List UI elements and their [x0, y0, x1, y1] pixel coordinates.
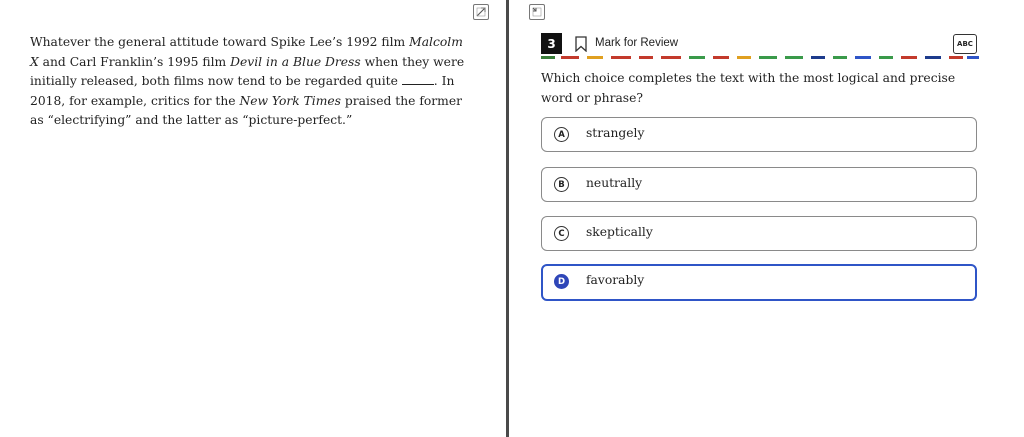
option-text: skeptically: [586, 225, 653, 239]
passage-segment: and Carl Franklin’s 1995 film: [38, 54, 231, 69]
expand-arrows-icon[interactable]: [473, 4, 489, 20]
option-text: neutrally: [586, 176, 643, 190]
answer-option-b[interactable]: B neutrally: [541, 167, 977, 202]
abc-strikethrough-icon[interactable]: ABC: [953, 34, 977, 54]
option-letter: B: [554, 177, 569, 192]
publication-title: New York Times: [239, 93, 341, 108]
passage-text: Whatever the general attitude toward Spi…: [30, 33, 470, 131]
option-letter: D: [554, 274, 569, 289]
collapse-arrows-icon[interactable]: [529, 4, 545, 20]
question-pane: 3 Mark for Review ABC Which choice compl…: [509, 0, 1024, 437]
answer-option-c[interactable]: C skeptically: [541, 216, 977, 251]
option-letter: C: [554, 226, 569, 241]
question-number: 3: [541, 33, 562, 54]
answer-option-a[interactable]: A strangely: [541, 117, 977, 152]
passage-pane: Whatever the general attitude toward Spi…: [0, 0, 506, 437]
question-prompt: Which choice completes the text with the…: [541, 71, 956, 105]
bookmark-icon[interactable]: [575, 36, 587, 52]
passage-segment: Whatever the general attitude toward Spi…: [30, 35, 410, 49]
answer-option-d[interactable]: D favorably: [541, 264, 977, 301]
film-title: Devil in a Blue Dress: [230, 54, 361, 69]
abc-label: ABC: [957, 40, 973, 48]
option-text: strangely: [586, 126, 645, 140]
option-text: favorably: [586, 273, 645, 287]
mark-for-review-label[interactable]: Mark for Review: [595, 37, 678, 49]
blank-line: [401, 73, 434, 85]
question-header: 3 Mark for Review ABC: [541, 33, 979, 55]
dashed-divider: [541, 56, 979, 59]
option-letter: A: [554, 127, 569, 142]
